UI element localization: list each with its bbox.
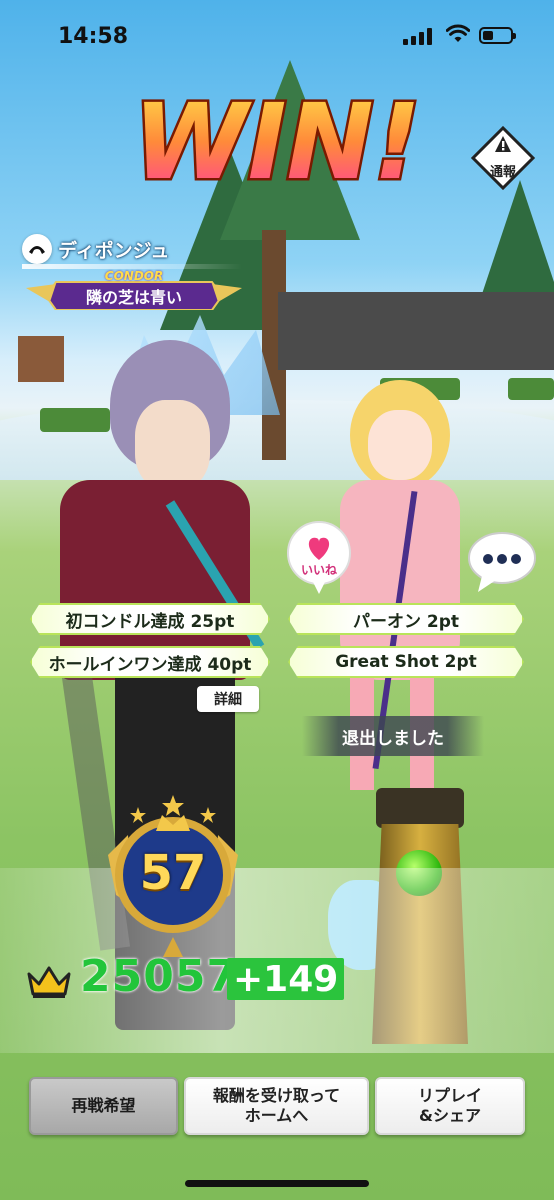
collect-reward-label: 報酬を受け取って ホームへ	[212, 1086, 341, 1125]
player-title-plate: CONDOR 隣の芝は青い	[26, 268, 242, 310]
achievement-banner: ホールインワン達成 40pt	[30, 646, 270, 678]
rank-emblem-label: CONDOR	[104, 269, 164, 283]
speech-bubble-icon	[287, 521, 351, 594]
flag-sign	[278, 292, 554, 370]
home-indicator[interactable]	[185, 1180, 369, 1187]
achievement-banner: パーオン 2pt	[288, 603, 524, 635]
detail-button[interactable]: 詳細	[197, 686, 259, 712]
hedge	[508, 378, 554, 400]
like-label: いいね	[300, 563, 337, 577]
report-label: 通報	[489, 165, 516, 180]
report-button[interactable]: 通報	[470, 125, 536, 191]
battery-icon	[479, 27, 516, 44]
score-delta: +149	[227, 958, 345, 1000]
player-name-tag: ディポンジュ	[22, 234, 232, 264]
collect-reward-button[interactable]: 報酬を受け取って ホームへ	[184, 1077, 369, 1135]
win-headline: WIN!	[132, 80, 422, 200]
achievement-label: ホールインワン達成 40pt	[48, 654, 252, 675]
pine-tree-right	[480, 180, 554, 300]
phone-icon	[22, 234, 52, 264]
level-badge: 57	[98, 795, 248, 965]
achievement-banner: 初コンドル達成 25pt	[30, 603, 270, 635]
achievement-label: パーオン 2pt	[352, 611, 460, 632]
replay-share-button[interactable]: リプレイ &シェア	[375, 1077, 525, 1135]
warning-diamond-icon	[470, 125, 536, 191]
player-score: 25057	[80, 951, 239, 1002]
chat-button[interactable]	[466, 530, 538, 594]
wifi-icon	[446, 24, 470, 42]
rematch-label: 再戦希望	[71, 1096, 136, 1115]
player-title: 隣の芝は青い	[85, 288, 182, 307]
rematch-button[interactable]: 再戦希望	[29, 1077, 178, 1135]
achievement-label: 初コンドル達成 25pt	[65, 611, 235, 632]
player-level: 57	[139, 845, 207, 901]
speech-bubble-ellipsis-icon	[468, 532, 536, 592]
svg-text:WIN!: WIN!	[133, 81, 421, 200]
status-bar: 14:58	[0, 0, 554, 70]
achievement-banner: Great Shot 2pt	[288, 646, 524, 678]
replay-share-label: リプレイ &シェア	[417, 1086, 482, 1125]
achievement-label: Great Shot 2pt	[335, 652, 477, 672]
clock: 14:58	[58, 24, 129, 49]
crown-icon	[27, 966, 71, 998]
like-button[interactable]: いいね	[284, 520, 354, 596]
opponent-status: 退出しました	[302, 716, 484, 756]
player-name: ディポンジュ	[58, 240, 170, 262]
cellular-signal-icon	[403, 28, 432, 45]
